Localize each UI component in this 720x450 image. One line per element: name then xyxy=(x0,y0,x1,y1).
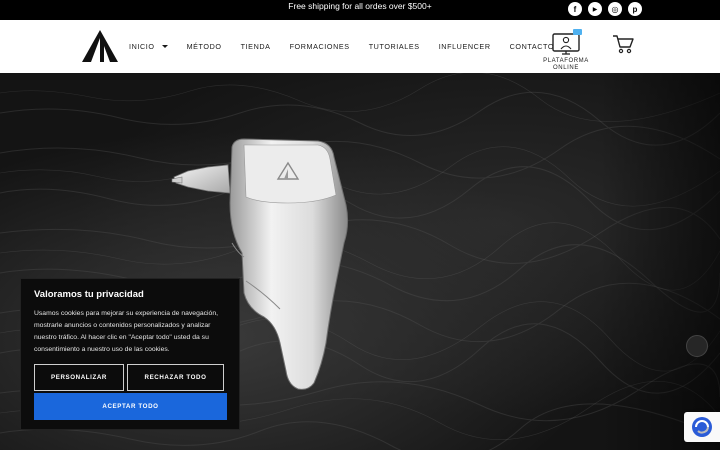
cookie-consent-dialog: Valoramos tu privacidad Usamos cookies p… xyxy=(20,278,240,430)
nav-tutoriales[interactable]: TUTORIALES xyxy=(369,42,420,51)
nav-metodo[interactable]: MÉTODO xyxy=(187,42,222,51)
nav-label: TIENDA xyxy=(240,42,271,51)
platform-label-line2: ONLINE xyxy=(553,65,579,71)
facebook-icon[interactable]: f xyxy=(568,2,582,16)
reject-all-button[interactable]: RECHAZAR TODO xyxy=(127,364,224,391)
platform-label-line1: PLATAFORMA xyxy=(543,58,589,64)
nav-tienda[interactable]: TIENDA xyxy=(241,42,271,51)
youtube-icon[interactable]: ▶ xyxy=(588,2,602,16)
pinterest-icon[interactable]: p xyxy=(628,2,642,16)
nav-label: FORMACIONES xyxy=(289,42,350,51)
hero-shade xyxy=(600,73,720,450)
cart-icon[interactable] xyxy=(612,34,634,54)
platform-label[interactable]: PLATAFORMA ONLINE xyxy=(536,58,596,72)
nav-label: MÉTODO xyxy=(186,42,222,51)
nav-label: INFLUENCER xyxy=(438,42,491,51)
customize-cookies-button[interactable]: PERSONALIZAR xyxy=(34,364,124,391)
cookie-title: Valoramos tu privacidad xyxy=(34,289,144,300)
brand-logo[interactable] xyxy=(80,28,120,64)
main-nav: INICIO MÉTODO TIENDA FORMACIONES TUTORIA… xyxy=(129,42,573,51)
site-header: INICIO MÉTODO TIENDA FORMACIONES TUTORIA… xyxy=(0,20,720,73)
nav-inicio[interactable]: INICIO xyxy=(129,42,168,51)
recaptcha-badge[interactable] xyxy=(684,412,720,442)
nav-label: TUTORIALES xyxy=(368,42,420,51)
nav-formaciones[interactable]: FORMACIONES xyxy=(290,42,350,51)
cookie-description: Usamos cookies para mejorar su experienc… xyxy=(34,310,218,353)
chevron-down-icon xyxy=(161,45,168,48)
announcement-bar: Free shipping for all ordes over $500+ f… xyxy=(0,0,720,20)
recaptcha-icon xyxy=(692,417,712,437)
social-links: f ▶ ◎ p xyxy=(568,2,642,16)
accept-all-button[interactable]: ACEPTAR TODO xyxy=(34,393,227,420)
nav-influencer[interactable]: INFLUENCER xyxy=(439,42,491,51)
scroll-widget-button[interactable] xyxy=(686,335,708,357)
instagram-icon[interactable]: ◎ xyxy=(608,2,622,16)
nav-label: INICIO xyxy=(129,42,155,51)
